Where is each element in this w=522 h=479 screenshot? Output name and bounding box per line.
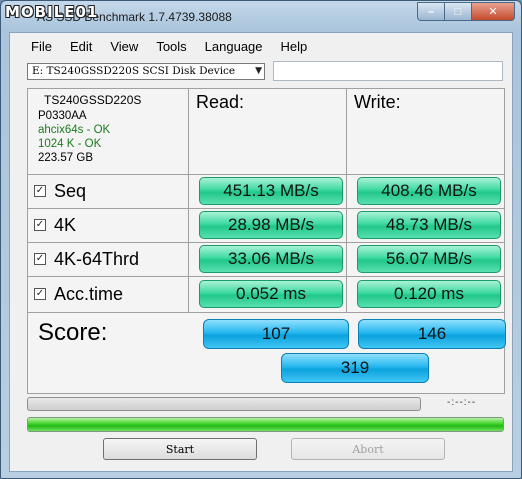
chevron-down-icon: ▼ — [255, 66, 262, 76]
test-row-acc-time: ✓ Acc.time — [34, 277, 123, 311]
4k-64thrd-read-value: 33.06 MB/s — [199, 245, 343, 273]
alignment-status: 1024 K - OK — [38, 138, 102, 150]
menu-language[interactable]: Language — [196, 33, 272, 57]
drive-capacity: 223.57 GB — [38, 152, 93, 164]
seq-read-value: 451.13 MB/s — [199, 177, 343, 205]
score-label: Score: — [38, 319, 108, 346]
4k-write-value: 48.73 MB/s — [357, 211, 501, 239]
drive-firmware: P0330AA — [38, 110, 87, 122]
menu-view[interactable]: View — [101, 33, 147, 57]
acc-time-label: Acc.time — [54, 283, 124, 304]
score-read-value: 107 — [203, 319, 349, 349]
menu-bar: File Edit View Tools Language Help — [10, 33, 512, 57]
watermark-logo: MOBILE01 — [5, 3, 99, 21]
seq-write-value: 408.46 MB/s — [357, 177, 501, 205]
acc-time-checkbox[interactable]: ✓ — [34, 288, 46, 300]
read-header: Read: — [196, 92, 245, 112]
seq-checkbox[interactable]: ✓ — [34, 185, 46, 197]
drive-dropdown[interactable]: E: TS240GSSD220S SCSI Disk Device ▼ — [27, 63, 265, 80]
drive-model: TS240GSSD220S — [44, 93, 142, 107]
test-row-seq: ✓ Seq — [34, 174, 86, 208]
4k-label: 4K — [54, 214, 77, 235]
start-button[interactable]: Start — [103, 438, 257, 460]
4k-64thrd-checkbox[interactable]: ✓ — [34, 253, 46, 265]
drive-info-panel: TS240GSSD220S P0330AA ahcix64s - OK 1024… — [38, 93, 141, 165]
overall-progress-fill — [28, 418, 503, 431]
test-progress-bar — [27, 397, 421, 411]
4k-64thrd-write-value: 56.07 MB/s — [357, 245, 501, 273]
driver-status: ahcix64s - OK — [38, 124, 111, 136]
maximize-button[interactable]: □ — [444, 2, 471, 21]
drive-dropdown-value: E: TS240GSSD220S SCSI Disk Device — [32, 65, 236, 77]
abort-button[interactable]: Abort — [291, 438, 445, 460]
title-bar[interactable]: AS SSD Benchmark 1.7.4739.38088 MOBILE01… — [1, 1, 521, 33]
menu-file[interactable]: File — [22, 33, 61, 57]
acc-time-write-value: 0.120 ms — [357, 280, 501, 308]
menu-help[interactable]: Help — [272, 33, 317, 57]
window-controls: – □ ✕ — [417, 2, 515, 21]
minimize-button[interactable]: – — [417, 2, 444, 21]
score-write-value: 146 — [358, 319, 506, 349]
menu-edit[interactable]: Edit — [61, 33, 101, 57]
results-grid: TS240GSSD220S P0330AA ahcix64s - OK 1024… — [27, 88, 506, 394]
4k-checkbox[interactable]: ✓ — [34, 219, 46, 231]
4k-read-value: 28.98 MB/s — [199, 211, 343, 239]
client-area: File Edit View Tools Language Help E: TS… — [9, 32, 513, 472]
score-total-value: 319 — [281, 353, 429, 383]
drive-info-field — [273, 61, 503, 81]
elapsed-time: -:--:-- — [447, 397, 477, 408]
seq-label: Seq — [54, 180, 87, 201]
test-row-4k: ✓ 4K — [34, 208, 76, 242]
acc-time-read-value: 0.052 ms — [199, 280, 343, 308]
app-window: AS SSD Benchmark 1.7.4739.38088 MOBILE01… — [0, 0, 522, 479]
4k-64thrd-label: 4K-64Thrd — [54, 248, 140, 269]
test-row-4k-64thrd: ✓ 4K-64Thrd — [34, 242, 139, 276]
overall-progress-bar — [27, 417, 504, 432]
menu-tools[interactable]: Tools — [147, 33, 195, 57]
close-button[interactable]: ✕ — [471, 2, 515, 21]
write-header: Write: — [354, 92, 401, 112]
